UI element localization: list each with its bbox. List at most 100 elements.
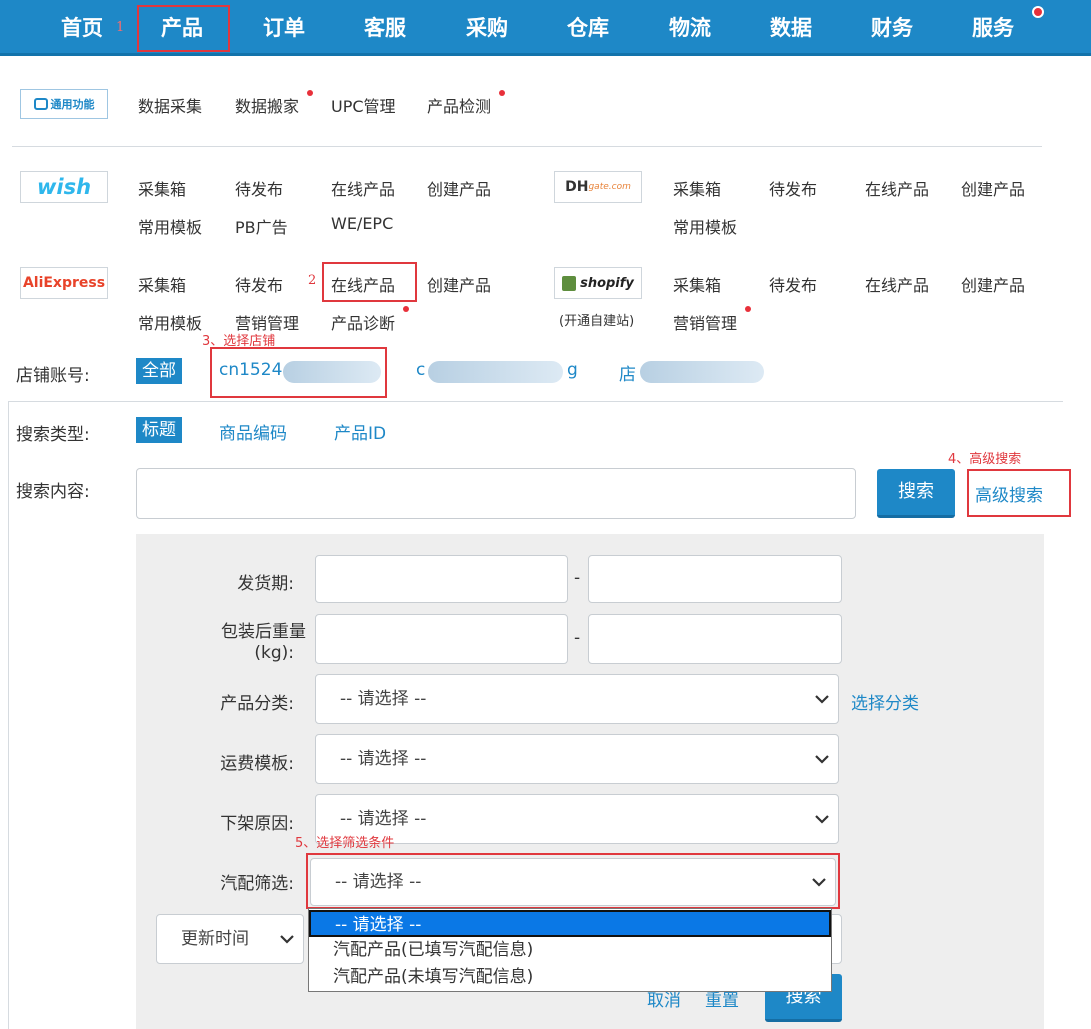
select-category-link[interactable]: 选择分类 (851, 689, 919, 714)
dhgate-logo: DH gate.com (554, 171, 642, 203)
aliexpress-logo: AliExpress (20, 267, 108, 299)
freight-template-select[interactable]: -- 请选择 -- (315, 734, 839, 784)
search-button[interactable]: 搜索 (877, 469, 955, 518)
chevron-down-icon (814, 675, 830, 723)
wish-link-pb-ads[interactable]: PB广告 (235, 214, 288, 238)
aliexpress-link-pending[interactable]: 待发布 (235, 272, 283, 296)
nav-warehouse[interactable]: 仓库 (543, 0, 633, 56)
range-dash: - (574, 568, 581, 588)
nav-home[interactable]: 首页 (37, 0, 127, 56)
auto-parts-filter-label: 汽配筛选: (220, 874, 294, 894)
ship-period-from-input[interactable] (315, 555, 568, 603)
new-dot (499, 90, 505, 96)
dropdown-option-please-select[interactable]: -- 请选择 -- (309, 910, 831, 937)
wish-link-we-epc[interactable]: WE/EPC (331, 214, 393, 233)
blurred-account-name (283, 361, 381, 383)
blurred-account-name (640, 361, 764, 383)
chevron-down-icon (279, 915, 295, 963)
ship-period-to-input[interactable] (588, 555, 842, 603)
nav-data[interactable]: 数据 (746, 0, 836, 56)
aliexpress-link-diagnosis[interactable]: 产品诊断 (331, 310, 395, 334)
link-data-move[interactable]: 数据搬家 (235, 93, 299, 117)
offline-select-value: -- 请选择 -- (340, 809, 427, 829)
nav-orders[interactable]: 订单 (239, 0, 329, 56)
nav-services[interactable]: 服务 (948, 0, 1044, 56)
shopping-bag-icon (562, 275, 577, 291)
wish-logo: wish (20, 171, 108, 203)
divider (12, 146, 1042, 147)
aliexpress-link-templates[interactable]: 常用模板 (138, 310, 202, 334)
aliexpress-logo-text: AliExpress (22, 275, 106, 291)
shopify-logo: shopify (554, 267, 642, 299)
ship-period-label: 发货期: (237, 574, 294, 594)
annotation-number-1: 1 (116, 20, 125, 35)
link-upc-manage[interactable]: UPC管理 (331, 93, 396, 117)
category-select[interactable]: -- 请选择 -- (315, 674, 839, 724)
store-account-3[interactable]: 店 (619, 360, 636, 385)
search-input[interactable] (136, 468, 856, 519)
shopify-link-create[interactable]: 创建产品 (961, 272, 1025, 296)
search-type-product-id[interactable]: 产品ID (334, 419, 386, 444)
new-dot (307, 90, 313, 96)
dropdown-option-filled[interactable]: 汽配产品(已填写汽配信息) (309, 937, 831, 964)
dhgate-logo-rest: gate.com (588, 182, 631, 192)
weight-to-input[interactable] (588, 614, 842, 664)
store-filter-all[interactable]: 全部 (136, 358, 182, 384)
aliexpress-link-create[interactable]: 创建产品 (427, 272, 491, 296)
dhgate-link-online[interactable]: 在线产品 (865, 176, 929, 200)
annotation-step-5: 5、选择筛选条件 (295, 836, 395, 851)
shopify-link-marketing[interactable]: 营销管理 (673, 310, 737, 334)
nav-service[interactable]: 客服 (340, 0, 430, 56)
general-functions-label: 通用功能 (50, 98, 95, 111)
advanced-search-link[interactable]: 高级搜索 (975, 481, 1043, 506)
wish-link-collect-box[interactable]: 采集箱 (138, 176, 186, 200)
dropdown-option-unfilled[interactable]: 汽配产品(未填写汽配信息) (309, 964, 831, 991)
annotation-box-product-nav (137, 5, 230, 52)
dhgate-link-create[interactable]: 创建产品 (961, 176, 1025, 200)
weight-from-input[interactable] (315, 614, 568, 664)
nav-logistics[interactable]: 物流 (645, 0, 735, 56)
nav-purchase[interactable]: 采购 (442, 0, 532, 56)
search-type-sku[interactable]: 商品编码 (219, 419, 287, 444)
shopify-logo-text: shopify (580, 275, 634, 291)
category-select-value: -- 请选择 -- (340, 689, 427, 709)
wish-link-online[interactable]: 在线产品 (331, 176, 395, 200)
dhgate-link-templates[interactable]: 常用模板 (673, 214, 737, 238)
robot-icon (33, 98, 48, 110)
sort-by-select[interactable]: 更新时间 (156, 914, 304, 964)
search-type-label: 搜索类型: (16, 425, 90, 445)
new-dot (403, 306, 409, 312)
store-account-2[interactable]: c (416, 360, 425, 380)
shopify-link-online[interactable]: 在线产品 (865, 272, 929, 296)
dhgate-link-collect-box[interactable]: 采集箱 (673, 176, 721, 200)
freight-template-label: 运费模板: (220, 754, 294, 774)
link-data-collect[interactable]: 数据采集 (138, 93, 202, 117)
annotation-box-auto-parts (306, 853, 840, 909)
aliexpress-link-collect-box[interactable]: 采集箱 (138, 272, 186, 296)
offline-reason-label: 下架原因: (220, 814, 294, 834)
wish-logo-text: wish (36, 175, 92, 199)
store-account-1[interactable]: cn1524 (219, 360, 282, 380)
annotation-number-2: 2 (308, 273, 317, 288)
category-label: 产品分类: (220, 694, 294, 714)
chevron-down-icon (814, 795, 830, 843)
left-border (8, 401, 9, 1029)
wish-link-pending[interactable]: 待发布 (235, 176, 283, 200)
divider (8, 401, 1063, 402)
shopify-open-site[interactable]: (开通自建站) (559, 310, 634, 329)
nav-finance[interactable]: 财务 (847, 0, 937, 56)
shopify-link-collect-box[interactable]: 采集箱 (673, 272, 721, 296)
shopify-link-pending[interactable]: 待发布 (769, 272, 817, 296)
sort-by-value: 更新时间 (181, 929, 249, 949)
weight-label-line1: 包装后重量 (221, 622, 306, 642)
dhgate-link-pending[interactable]: 待发布 (769, 176, 817, 200)
wish-link-templates[interactable]: 常用模板 (138, 214, 202, 238)
general-functions-badge: 通用功能 (20, 89, 108, 119)
annotation-step-4: 4、高级搜索 (948, 452, 1022, 467)
search-content-label: 搜索内容: (16, 482, 90, 502)
link-product-check[interactable]: 产品检测 (427, 93, 491, 117)
blurred-account-name (428, 361, 563, 383)
wish-link-create[interactable]: 创建产品 (427, 176, 491, 200)
freight-select-value: -- 请选择 -- (340, 749, 427, 769)
search-type-title[interactable]: 标题 (136, 417, 182, 443)
